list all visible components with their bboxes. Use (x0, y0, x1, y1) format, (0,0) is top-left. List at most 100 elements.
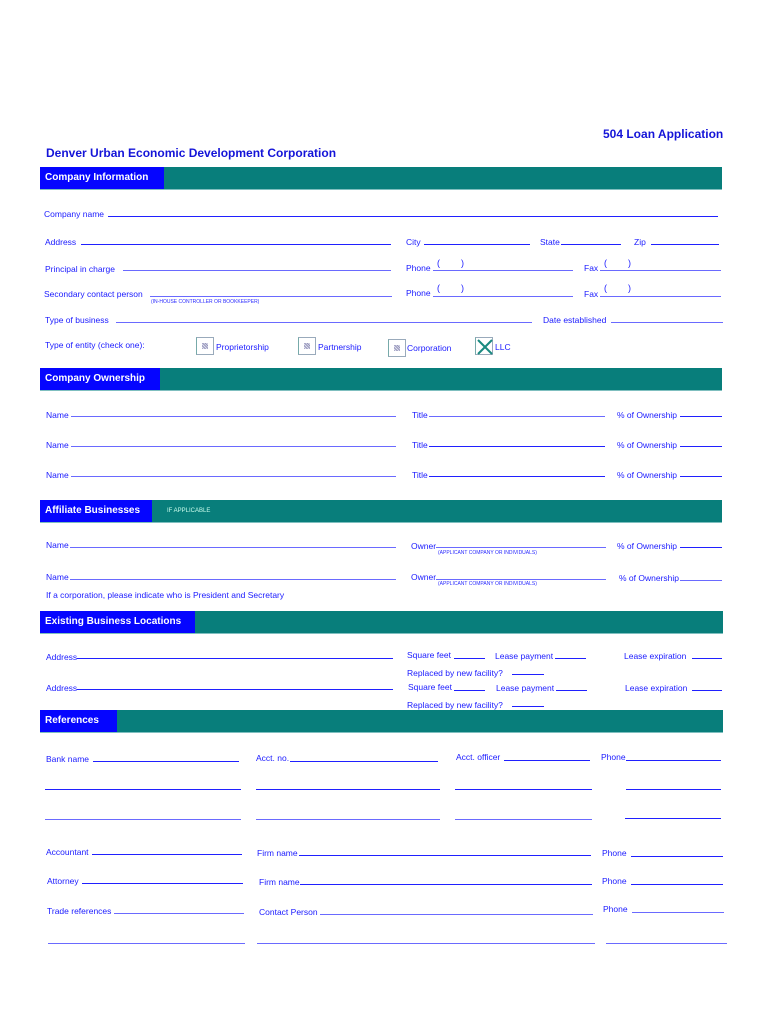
name-label: Name (46, 470, 69, 480)
bank-name-field[interactable] (93, 761, 239, 762)
section-bar-company-information: Company Information (40, 167, 722, 190)
acct-officer-field[interactable] (504, 760, 590, 761)
state-field[interactable] (561, 244, 621, 245)
owner-name-field[interactable] (71, 416, 396, 417)
firm-name-label: Firm name (257, 848, 298, 858)
owner-name-field[interactable] (71, 446, 396, 447)
principal-field[interactable] (123, 270, 391, 271)
acct-no-field[interactable] (290, 761, 438, 762)
lease-expiration-field[interactable] (692, 658, 722, 659)
ownership-pct-field[interactable] (680, 446, 722, 447)
type-of-business-field[interactable] (116, 322, 532, 323)
trade-phone-field[interactable] (606, 943, 727, 944)
lease-expiration-field[interactable] (692, 690, 722, 691)
owner-name-field[interactable] (71, 476, 396, 477)
bank-name-field[interactable] (45, 819, 241, 820)
acct-no-field[interactable] (256, 789, 440, 790)
section-bar-company-ownership: Company Ownership (40, 368, 722, 391)
corporation-checkbox[interactable] (388, 339, 406, 357)
secondary-fax-field[interactable] (600, 296, 721, 297)
affiliate-owner-field[interactable] (436, 547, 606, 548)
lease-expiration-label: Lease expiration (624, 651, 687, 661)
section-bar-affiliate-businesses: Affiliate Businesses IF APPLICABLE (40, 500, 722, 523)
date-established-field[interactable] (611, 322, 723, 323)
area-code-open: ( (437, 283, 440, 293)
type-of-business-label: Type of business (45, 315, 109, 325)
secondary-phone-field[interactable] (433, 296, 573, 297)
city-label: City (406, 237, 421, 247)
acct-officer-field[interactable] (455, 819, 592, 820)
contact-person-label: Contact Person (259, 907, 318, 917)
lease-payment-label: Lease payment (496, 683, 555, 693)
fax-label: Fax (584, 289, 599, 299)
replaced-field[interactable] (512, 674, 544, 675)
owner-note: (APPLICANT COMPANY OR INDIVIDUALS) (438, 550, 537, 556)
accountant-phone-field[interactable] (631, 856, 723, 857)
accountant-field[interactable] (92, 854, 242, 855)
affiliate-pct-field[interactable] (680, 547, 722, 548)
company-name-field[interactable] (108, 216, 718, 217)
unchecked-pattern (304, 343, 310, 349)
trade-contact-field[interactable] (320, 914, 593, 915)
partnership-checkbox[interactable] (298, 337, 316, 355)
lease-payment-field[interactable] (555, 658, 586, 659)
accountant-firm-field[interactable] (299, 855, 591, 856)
city-field[interactable] (424, 244, 530, 245)
ownership-pct-field[interactable] (680, 416, 722, 417)
corporation-label: Corporation (407, 343, 452, 353)
square-feet-field[interactable] (454, 690, 485, 691)
phone-label: Phone (603, 904, 628, 914)
ownership-pct-field[interactable] (680, 476, 722, 477)
location-address-field[interactable] (77, 658, 393, 659)
principal-phone-field[interactable] (433, 270, 573, 271)
attorney-field[interactable] (82, 883, 243, 884)
affiliate-name-field[interactable] (70, 579, 396, 580)
lease-expiration-label: Lease expiration (625, 683, 688, 693)
area-code-close: ) (628, 283, 631, 293)
acct-officer-field[interactable] (455, 789, 592, 790)
attorney-firm-field[interactable] (300, 884, 592, 885)
trade-phone-field[interactable] (632, 912, 724, 913)
bank-phone-field[interactable] (626, 789, 721, 790)
bank-name-field[interactable] (45, 789, 241, 790)
area-code-close: ) (461, 258, 464, 268)
address-label: Address (46, 683, 78, 693)
replaced-field[interactable] (512, 706, 544, 707)
affiliate-name-field[interactable] (70, 547, 396, 548)
section-bar-existing-locations: Existing Business Locations (40, 611, 723, 634)
owner-title-field[interactable] (429, 476, 605, 477)
trade-reference-field[interactable] (48, 943, 245, 944)
llc-label: LLC (495, 342, 511, 352)
address-field[interactable] (81, 244, 391, 245)
bank-name-label: Bank name (46, 754, 89, 764)
trade-reference-field[interactable] (114, 913, 244, 914)
llc-checkbox[interactable] (475, 337, 493, 355)
address-label: Address (46, 652, 78, 662)
document-title: 504 Loan Application (603, 127, 724, 141)
owner-title-field[interactable] (429, 416, 605, 417)
lease-payment-field[interactable] (556, 690, 587, 691)
bank-phone-field[interactable] (625, 818, 721, 819)
secondary-contact-field[interactable] (150, 296, 392, 297)
bank-phone-field[interactable] (626, 760, 721, 761)
affiliate-owner-field[interactable] (436, 579, 606, 580)
owner-title-field[interactable] (429, 446, 605, 447)
if-applicable-note: IF APPLICABLE (167, 508, 211, 514)
square-feet-label: Square feet (408, 682, 452, 692)
square-feet-field[interactable] (454, 658, 485, 659)
location-address-field[interactable] (77, 689, 393, 690)
acct-no-field[interactable] (256, 819, 440, 820)
name-label: Name (46, 540, 69, 550)
section-title: Affiliate Businesses (40, 500, 152, 522)
organization-name: Denver Urban Economic Development Corpor… (46, 146, 337, 160)
proprietorship-checkbox[interactable] (196, 337, 214, 355)
affiliate-pct-field[interactable] (680, 580, 722, 581)
phone-label: Phone (406, 288, 431, 298)
principal-fax-field[interactable] (600, 270, 721, 271)
phone-label: Phone (602, 876, 627, 886)
attorney-phone-field[interactable] (631, 884, 723, 885)
address-label: Address (45, 237, 77, 247)
trade-contact-field[interactable] (257, 943, 595, 944)
area-code-open: ( (604, 283, 607, 293)
zip-field[interactable] (651, 244, 719, 245)
